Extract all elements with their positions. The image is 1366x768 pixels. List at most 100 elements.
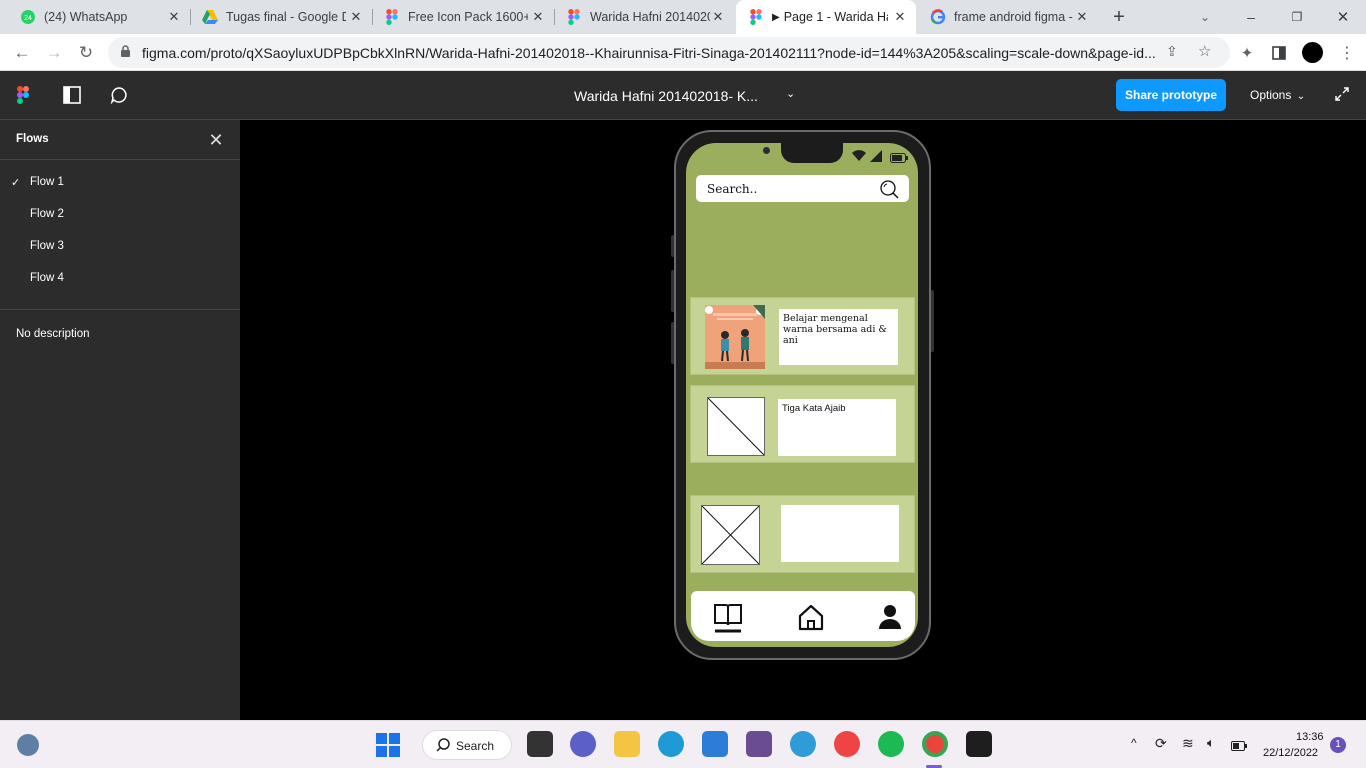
share-prototype-button[interactable]: Share prototype (1116, 79, 1226, 111)
volume-icon[interactable]: 🔈︎ (1207, 735, 1215, 751)
checkmark-icon: ✓ (11, 177, 21, 189)
clock-date[interactable]: 22/12/2022 (1263, 747, 1318, 759)
figma-icon (384, 9, 400, 25)
minimize-button[interactable]: – (1238, 4, 1264, 30)
close-icon[interactable]: ✕ (206, 130, 226, 150)
app-icon[interactable] (746, 731, 772, 757)
playing-icon: ▶ (772, 11, 780, 23)
browser-toolbar: ← → ↻ figma.com/proto/qXSaoyluxUDPBpCbkX… (0, 34, 1366, 71)
card-thumbnail-illustration (705, 305, 765, 369)
wifi-icon[interactable]: ≋ (1182, 735, 1194, 752)
comment-icon[interactable] (110, 86, 128, 109)
content-card-2[interactable]: Tiga Kata Ajaib (690, 385, 915, 463)
whatsapp-icon: 24 (20, 9, 36, 25)
svg-text:24: 24 (24, 15, 32, 22)
game-app-icon[interactable] (834, 731, 860, 757)
card-text-box: Tiga Kata Ajaib (778, 399, 896, 456)
card-title: Belajar mengenal warna bersama adi & ani (783, 313, 887, 346)
bottom-navigation (691, 591, 915, 641)
tab-label: frame android figma - (954, 10, 1073, 24)
bookmark-star-icon[interactable]: ☆ (1198, 42, 1211, 60)
search-icon[interactable] (879, 179, 899, 204)
task-view-icon[interactable] (527, 731, 553, 757)
address-bar[interactable]: figma.com/proto/qXSaoyluxUDPBpCbkXlnRN/W… (108, 37, 1230, 68)
divider (0, 309, 240, 310)
phone-notch (781, 137, 843, 163)
tab-free-icon-pack[interactable]: Free Icon Pack 1600+ ✕ (372, 0, 554, 34)
tab-google-search[interactable]: frame android figma - ✕ (918, 0, 1098, 34)
profile-icon[interactable] (878, 604, 902, 635)
close-tab-icon[interactable]: ✕ (1074, 9, 1090, 25)
options-menu[interactable]: Options ⌄ (1250, 88, 1305, 102)
microsoft-store-icon[interactable] (702, 731, 728, 757)
battery-icon[interactable] (1231, 738, 1247, 756)
flow-item-2[interactable]: Flow 2 (30, 208, 64, 220)
chevron-up-icon[interactable]: ^ (1131, 736, 1137, 750)
reload-icon[interactable]: ↻ (73, 40, 99, 66)
close-window-button[interactable]: ✕ (1330, 4, 1356, 30)
clock-time[interactable]: 13:36 (1296, 731, 1324, 743)
tab-label: Tugas final - Google D (226, 10, 346, 24)
image-placeholder-icon (707, 397, 765, 456)
close-tab-icon[interactable]: ✕ (348, 9, 364, 25)
flows-panel: Flows ✕ ✓ Flow 1 Flow 2 Flow 3 Flow 4 No… (0, 120, 240, 720)
chevron-down-icon[interactable]: ⌄ (786, 87, 795, 100)
teams-chat-icon[interactable] (570, 731, 596, 757)
back-arrow-icon[interactable]: ← (9, 40, 35, 66)
figma-logo-icon[interactable] (17, 86, 29, 109)
profile-avatar[interactable] (1302, 42, 1323, 63)
file-title[interactable]: Warida Hafni 201402018- K... (574, 88, 758, 104)
forward-arrow-icon[interactable]: → (41, 40, 67, 66)
tab-whatsapp[interactable]: 24 (24) WhatsApp ✕ (8, 0, 190, 34)
close-tab-icon[interactable]: ✕ (530, 9, 546, 25)
tab-google-drive[interactable]: Tugas final - Google D ✕ (190, 0, 372, 34)
card-text-box (781, 505, 899, 562)
edge-browser-icon[interactable] (658, 731, 684, 757)
home-icon[interactable] (797, 603, 825, 636)
content-card-1[interactable]: Belajar mengenal warna bersama adi & ani (690, 297, 915, 375)
chrome-icon[interactable] (922, 731, 948, 757)
tab-label: (24) WhatsApp (44, 10, 128, 24)
close-tab-icon[interactable]: ✕ (892, 9, 908, 25)
taskbar-search[interactable]: Search (422, 730, 512, 760)
tab-search-chevron-icon[interactable]: ⌄ (1192, 4, 1218, 30)
flow-item-4[interactable]: Flow 4 (30, 272, 64, 284)
share-page-icon[interactable]: ⇪ (1166, 43, 1178, 60)
windows-start-icon[interactable] (376, 733, 400, 762)
wifi-icon (852, 149, 866, 167)
fullscreen-expand-icon[interactable] (1334, 86, 1350, 107)
tab-warida-hafni[interactable]: Warida Hafni 2014020 ✕ (554, 0, 734, 34)
notification-badge[interactable]: 1 (1330, 737, 1346, 753)
chevron-down-icon: ⌄ (1296, 91, 1306, 102)
extensions-puzzle-icon[interactable]: ✦ (1234, 40, 1260, 66)
sidebar-toggle-icon[interactable] (63, 86, 81, 109)
tab-page1-active[interactable]: ▶ Page 1 - Warida Ha ✕ (736, 0, 916, 34)
tab-label: Page 1 - Warida Ha (783, 10, 888, 24)
weather-widget-icon[interactable] (17, 734, 39, 756)
sync-icon[interactable]: ⟳ (1155, 735, 1167, 752)
google-drive-icon (202, 9, 218, 25)
content-card-3[interactable] (690, 495, 915, 573)
spotify-icon[interactable] (878, 731, 904, 757)
flow-item-3[interactable]: Flow 3 (30, 240, 64, 252)
tab-label: Free Icon Pack 1600+ (408, 10, 528, 24)
battery-icon (890, 150, 908, 168)
close-tab-icon[interactable]: ✕ (710, 9, 726, 25)
book-icon[interactable] (713, 602, 743, 639)
card-title: Tiga Kata Ajaib (782, 403, 846, 414)
browser-tab-strip: 24 (24) WhatsApp ✕ Tugas final - Google … (0, 0, 1366, 34)
flow-item-1[interactable]: Flow 1 (30, 176, 64, 188)
file-explorer-icon[interactable] (614, 731, 640, 757)
figma-app-icon[interactable] (966, 731, 992, 757)
restore-button[interactable]: ❐ (1284, 4, 1310, 30)
side-panel-icon[interactable] (1266, 40, 1292, 66)
help-icon[interactable] (790, 731, 816, 757)
close-tab-icon[interactable]: ✕ (166, 9, 182, 25)
card-text-box: Belajar mengenal warna bersama adi & ani (779, 309, 898, 365)
search-input[interactable]: Search.. (696, 175, 909, 202)
lock-icon (120, 45, 131, 63)
new-tab-button[interactable]: + (1106, 4, 1132, 30)
more-menu-icon[interactable]: ⋮ (1334, 40, 1360, 66)
figma-icon (566, 9, 582, 25)
image-placeholder-icon (701, 505, 760, 565)
